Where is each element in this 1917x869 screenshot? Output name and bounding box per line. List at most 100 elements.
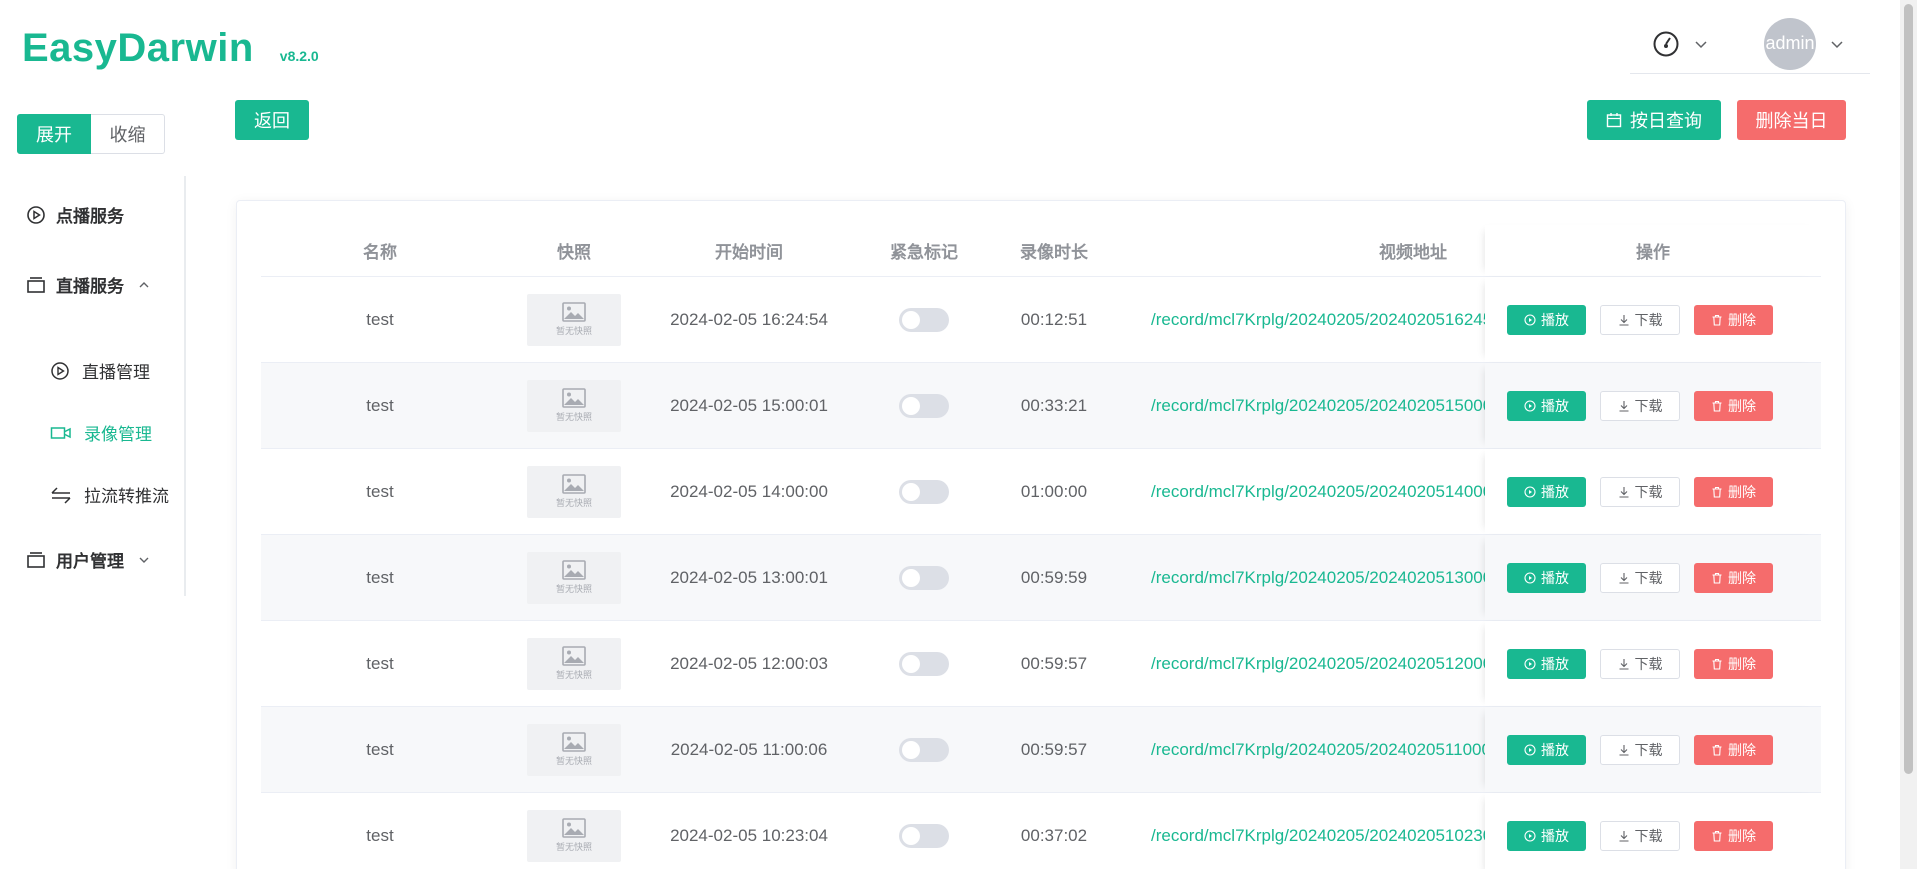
snapshot-thumbnail[interactable]: 暂无快照 [527,465,621,518]
delete-button[interactable]: 删除 [1694,562,1773,593]
delete-button[interactable]: 删除 [1694,734,1773,765]
cell-ops: 播放 下载 删除 [1485,449,1821,534]
play-circle-icon [1524,743,1536,756]
cell-start-time: 2024-02-05 14:00:00 [670,481,828,501]
video-camera-icon [50,426,71,439]
cell-urgent [849,793,999,869]
table-row: test 暂无快照 2024-02-05 11:00:06 00:59:57/reco… [261,707,1821,793]
video-url-link[interactable]: /record/mcl7Krplg/20240205/2024020512000… [1151,654,1485,674]
delete-label: 删除 [1728,741,1756,758]
cell-name: test [366,739,394,759]
snapshot-thumbnail[interactable]: 暂无快照 [527,379,621,432]
download-button[interactable]: 下载 [1600,562,1680,593]
sidebar-group-live[interactable]: 直播服务 [26,272,160,297]
dashboard-menu[interactable] [1652,30,1708,58]
play-label: 播放 [1541,827,1569,844]
play-label: 播放 [1541,741,1569,758]
snapshot-thumbnail[interactable]: 暂无快照 [527,809,621,862]
play-button[interactable]: 播放 [1507,648,1586,679]
download-button[interactable]: 下载 [1600,390,1680,421]
scrollbar-thumb[interactable] [1904,4,1913,774]
cell-urgent [849,363,999,448]
play-circle-icon [1524,657,1536,670]
col-header-snapshot: 快照 [557,243,591,262]
delete-label: 删除 [1728,655,1756,672]
query-by-day-button[interactable]: 按日查询 [1587,100,1721,140]
app-root: EasyDarwin v8.2.0 展开 收缩 点播服务 直播服务 直播管理 录… [0,0,1917,869]
urgent-toggle-switch[interactable] [899,393,949,418]
sidebar-item-pull-push-label: 拉流转推流 [84,487,169,506]
play-button[interactable]: 播放 [1507,562,1586,593]
video-url-link[interactable]: /record/mcl7Krplg/20240205/2024020511000… [1151,740,1485,760]
play-button[interactable]: 播放 [1507,304,1586,335]
urgent-toggle-switch[interactable] [899,565,949,590]
play-label: 播放 [1541,311,1569,328]
play-button[interactable]: 播放 [1507,820,1586,851]
urgent-toggle-switch[interactable] [899,737,949,762]
video-url-link[interactable]: /record/mcl7Krplg/20240205/2024020515000… [1151,396,1485,416]
back-button[interactable]: 返回 [235,100,309,140]
snapshot-placeholder-text: 暂无快照 [555,412,592,422]
avatar[interactable]: admin [1764,17,1816,70]
cell-ops: 播放 下载 删除 [1485,793,1821,869]
page-scrollbar[interactable] [1900,0,1917,869]
delete-button[interactable]: 删除 [1694,648,1773,679]
app-version: v8.2.0 [279,48,319,64]
download-icon [1619,658,1628,670]
expand-button[interactable]: 展开 [17,114,91,154]
snapshot-thumbnail[interactable]: 暂无快照 [527,637,621,690]
download-button[interactable]: 下载 [1600,734,1680,765]
video-url-link[interactable]: /record/mcl7Krplg/20240205/2024020513000… [1151,568,1485,588]
sidebar-item-pull-push[interactable]: 拉流转推流 [50,482,169,507]
download-label: 下载 [1634,827,1663,844]
delete-button[interactable]: 删除 [1694,390,1773,421]
download-button[interactable]: 下载 [1600,648,1680,679]
play-circle-icon [51,361,69,380]
play-label: 播放 [1541,569,1569,586]
video-url-link[interactable]: /record/mcl7Krplg/20240205/2024020510230… [1151,826,1485,846]
image-placeholder-icon [562,560,586,580]
download-button[interactable]: 下载 [1600,820,1680,851]
download-label: 下载 [1634,311,1663,328]
urgent-toggle-switch[interactable] [899,479,949,504]
play-button[interactable]: 播放 [1507,476,1586,507]
chevron-down-icon [139,557,149,563]
sidebar-item-live-manage[interactable]: 直播管理 [50,358,150,383]
video-url-link[interactable]: /record/mcl7Krplg/20240205/2024020514000… [1151,482,1485,502]
sidebar-group-users[interactable]: 用户管理 [26,547,160,572]
cell-urgent [849,707,999,792]
cell-start-time: 2024-02-05 11:00:06 [670,739,828,759]
play-button[interactable]: 播放 [1507,390,1586,421]
collapse-button[interactable]: 收缩 [91,114,165,154]
play-button[interactable]: 播放 [1507,734,1586,765]
table-body: test 暂无快照 2024-02-05 16:24:54 00:12:51/reco… [261,277,1821,869]
query-by-day-label: 按日查询 [1630,111,1702,131]
delete-button[interactable]: 删除 [1694,476,1773,507]
cell-ops: 播放 下载 删除 [1485,535,1821,620]
monitor-icon [27,276,45,293]
snapshot-thumbnail[interactable]: 暂无快照 [527,551,621,604]
download-icon [1619,486,1628,498]
records-table: 名称 快照 开始时间 紧急标记 录像时长 视频地址 操作 test 暂无快照 202… [261,225,1821,869]
delete-button[interactable]: 删除 [1694,304,1773,335]
download-button[interactable]: 下载 [1600,304,1680,335]
chevron-down-icon[interactable] [1830,37,1844,51]
download-label: 下载 [1634,397,1663,414]
snapshot-thumbnail[interactable]: 暂无快照 [527,293,621,346]
play-circle-icon [1524,571,1536,584]
urgent-toggle-switch[interactable] [899,651,949,676]
delete-today-button[interactable]: 删除当日 [1737,100,1846,140]
snapshot-thumbnail[interactable]: 暂无快照 [527,723,621,776]
urgent-toggle-switch[interactable] [899,823,949,848]
cell-urgent [849,621,999,706]
play-circle-icon [1524,485,1536,498]
sidebar-item-record-manage[interactable]: 录像管理 [50,420,152,445]
download-button[interactable]: 下载 [1600,476,1680,507]
delete-button[interactable]: 删除 [1694,820,1773,851]
cell-name: test [366,825,394,845]
image-placeholder-icon [562,646,586,666]
sidebar-item-vod[interactable]: 点播服务 [26,202,124,227]
urgent-toggle-switch[interactable] [899,307,949,332]
table-row: test 暂无快照 2024-02-05 16:24:54 00:12:51/reco… [261,277,1821,363]
video-url-link[interactable]: /record/mcl7Krplg/20240205/2024020516245… [1151,310,1485,330]
